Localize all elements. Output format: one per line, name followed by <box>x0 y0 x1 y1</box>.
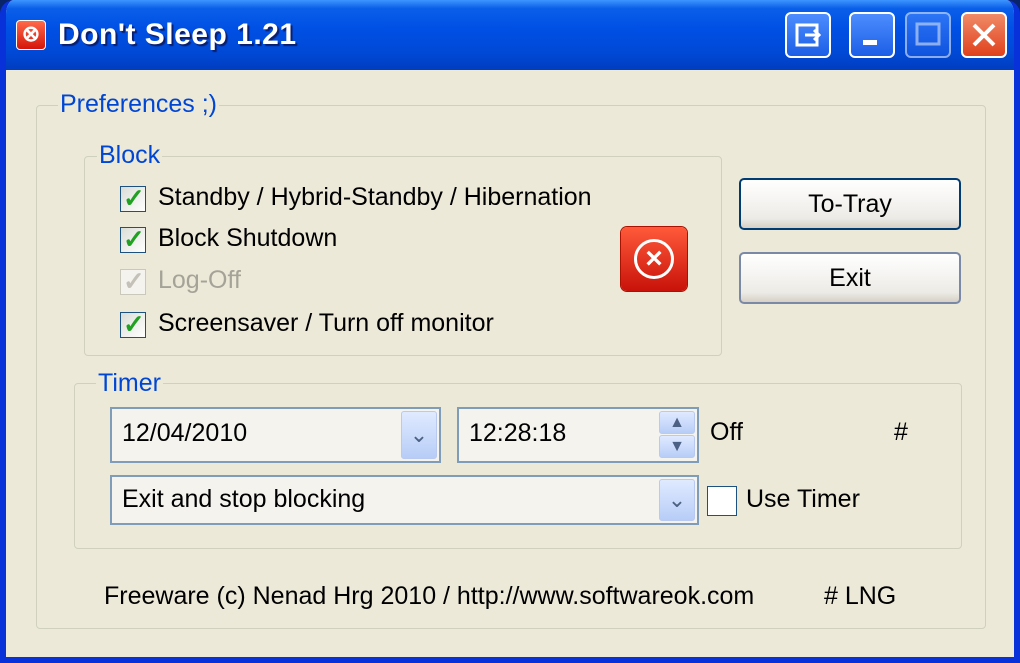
title-bar[interactable]: ⊗ Don't Sleep 1.21 <box>6 0 1014 70</box>
tray-icon <box>795 23 822 47</box>
time-value: 12:28:18 <box>469 419 567 447</box>
close-button[interactable] <box>961 12 1007 58</box>
close-icon <box>972 23 996 47</box>
chevron-down-icon[interactable]: ⌄ <box>659 479 695 521</box>
check-icon: ✓ <box>123 266 145 296</box>
use-timer-checkbox[interactable] <box>707 486 737 516</box>
language-link[interactable]: # LNG <box>824 582 896 611</box>
minimize-icon <box>863 40 877 45</box>
app-window: ⊗ Don't Sleep 1.21 Preferences ;) Block … <box>0 0 1020 663</box>
check-icon: ✓ <box>123 309 145 339</box>
minimize-button[interactable] <box>849 12 895 58</box>
date-picker[interactable]: 12/04/2010 ⌄ <box>110 407 441 463</box>
screensaver-label[interactable]: Screensaver / Turn off monitor <box>158 309 494 338</box>
block-shutdown-label[interactable]: Block Shutdown <box>158 224 337 253</box>
window-title: Don't Sleep 1.21 <box>58 18 297 51</box>
use-timer-label[interactable]: Use Timer <box>746 485 860 514</box>
block-label: Block <box>97 141 163 170</box>
maximize-icon <box>915 22 941 46</box>
standby-label[interactable]: Standby / Hybrid-Standby / Hibernation <box>158 183 592 212</box>
spin-up-icon[interactable]: ▲ <box>659 411 695 434</box>
timer-hash: # <box>894 418 908 446</box>
app-icon[interactable]: ⊗ <box>16 20 46 50</box>
standby-checkbox[interactable]: ✓ <box>120 183 146 213</box>
spin-down-icon[interactable]: ▼ <box>659 435 695 458</box>
date-value: 12/04/2010 <box>122 419 248 447</box>
client-area: Preferences ;) Block ✓ Standby / Hybrid-… <box>6 70 1014 657</box>
log-off-checkbox: ✓ <box>120 266 146 296</box>
block-symbol-icon: × <box>634 239 674 279</box>
blocking-status-icon: × <box>621 227 687 291</box>
timer-status: Off <box>710 418 743 446</box>
check-icon: ✓ <box>123 183 145 213</box>
timer-action-select[interactable]: Exit and stop blocking ⌄ <box>110 475 699 525</box>
preferences-label: Preferences ;) <box>58 90 220 119</box>
time-field[interactable]: 12:28:18 ▲ ▼ <box>457 407 699 463</box>
timer-action-value: Exit and stop blocking <box>122 485 366 513</box>
to-tray-title-button[interactable] <box>785 12 831 58</box>
block-shutdown-checkbox[interactable]: ✓ <box>120 224 146 254</box>
to-tray-button[interactable]: To-Tray <box>739 178 961 230</box>
check-icon: ✓ <box>123 224 145 254</box>
time-spinner[interactable]: ▲ ▼ <box>659 411 695 459</box>
exit-button[interactable]: Exit <box>739 252 961 304</box>
screensaver-checkbox[interactable]: ✓ <box>120 309 146 339</box>
maximize-button <box>905 12 951 58</box>
footer-credit[interactable]: Freeware (c) Nenad Hrg 2010 / http://www… <box>104 582 754 611</box>
timer-label: Timer <box>96 369 163 398</box>
date-dropdown-button[interactable]: ⌄ <box>401 411 437 459</box>
log-off-label: Log-Off <box>158 266 241 294</box>
